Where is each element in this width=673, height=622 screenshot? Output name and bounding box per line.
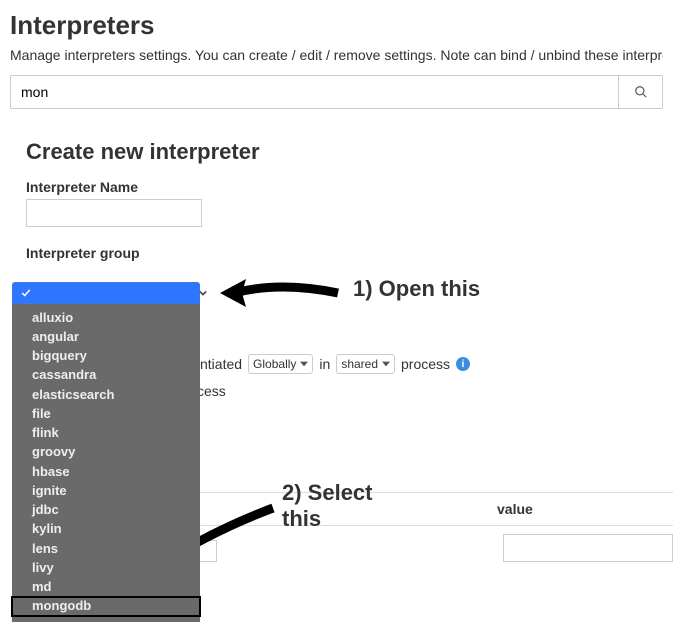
page-title: Interpreters bbox=[10, 10, 663, 41]
dropdown-item-groovy[interactable]: groovy bbox=[12, 443, 200, 462]
dropdown-item-ignite[interactable]: ignite bbox=[12, 481, 200, 500]
instantiation-suffix: process bbox=[401, 356, 450, 372]
dropdown-item-md[interactable]: md bbox=[12, 578, 200, 597]
dropdown-item-kylin[interactable]: kylin bbox=[12, 520, 200, 539]
dropdown-item-elasticsearch[interactable]: elasticsearch bbox=[12, 385, 200, 404]
dropdown-selected-row[interactable] bbox=[12, 282, 200, 304]
dropdown-item-mongodb[interactable]: mongodb bbox=[12, 597, 200, 616]
interpreter-group-label: Interpreter group bbox=[26, 245, 663, 261]
instantiation-mid: in bbox=[319, 356, 330, 372]
table-fragment bbox=[197, 540, 217, 562]
instantiation-fragment: cess bbox=[197, 383, 226, 399]
dropdown-item-file[interactable]: file bbox=[12, 404, 200, 423]
annotation-open-this: 1) Open this bbox=[353, 276, 480, 302]
value-input[interactable] bbox=[503, 534, 673, 562]
interpreter-name-label: Interpreter Name bbox=[26, 179, 663, 195]
instantiation-prefix: ntiated bbox=[200, 356, 242, 372]
mode-select[interactable]: shared bbox=[336, 354, 395, 374]
search-icon bbox=[634, 85, 648, 99]
table-value-row bbox=[503, 534, 673, 562]
dropdown-item-jdbc[interactable]: jdbc bbox=[12, 501, 200, 520]
caret-down-icon bbox=[382, 361, 390, 367]
search-bar bbox=[10, 75, 663, 109]
interpreter-group-dropdown[interactable]: alluxioangularbigquerycassandraelasticse… bbox=[12, 282, 200, 622]
dropdown-item-hbase[interactable]: hbase bbox=[12, 462, 200, 481]
dropdown-item-cassandra[interactable]: cassandra bbox=[12, 366, 200, 385]
caret-down-icon bbox=[300, 361, 308, 367]
scope-select[interactable]: Globally bbox=[248, 354, 313, 374]
create-heading: Create new interpreter bbox=[26, 139, 663, 165]
dropdown-item-bigquery[interactable]: bigquery bbox=[12, 347, 200, 366]
dropdown-item-livy[interactable]: livy bbox=[12, 558, 200, 577]
value-column-header: value bbox=[493, 501, 673, 517]
info-icon[interactable]: i bbox=[456, 357, 470, 371]
annotation-arrow-1 bbox=[220, 275, 340, 315]
dropdown-item-lens[interactable]: lens bbox=[12, 539, 200, 558]
instantiation-row: ntiated Globally in shared process i bbox=[200, 354, 470, 374]
page-description: Manage interpreters settings. You can cr… bbox=[10, 47, 663, 63]
dropdown-list: alluxioangularbigquerycassandraelasticse… bbox=[12, 304, 200, 622]
dropdown-item-alluxio[interactable]: alluxio bbox=[12, 308, 200, 327]
dropdown-item-angular[interactable]: angular bbox=[12, 327, 200, 346]
search-input[interactable] bbox=[10, 75, 619, 109]
annotation-select-this: 2) Select this bbox=[282, 480, 373, 533]
create-interpreter-panel: Create new interpreter Interpreter Name … bbox=[10, 139, 663, 261]
check-icon bbox=[21, 288, 31, 298]
properties-table-header: value bbox=[200, 492, 673, 526]
interpreter-name-input[interactable] bbox=[26, 199, 202, 227]
dropdown-item-flink[interactable]: flink bbox=[12, 424, 200, 443]
search-button[interactable] bbox=[619, 75, 663, 109]
